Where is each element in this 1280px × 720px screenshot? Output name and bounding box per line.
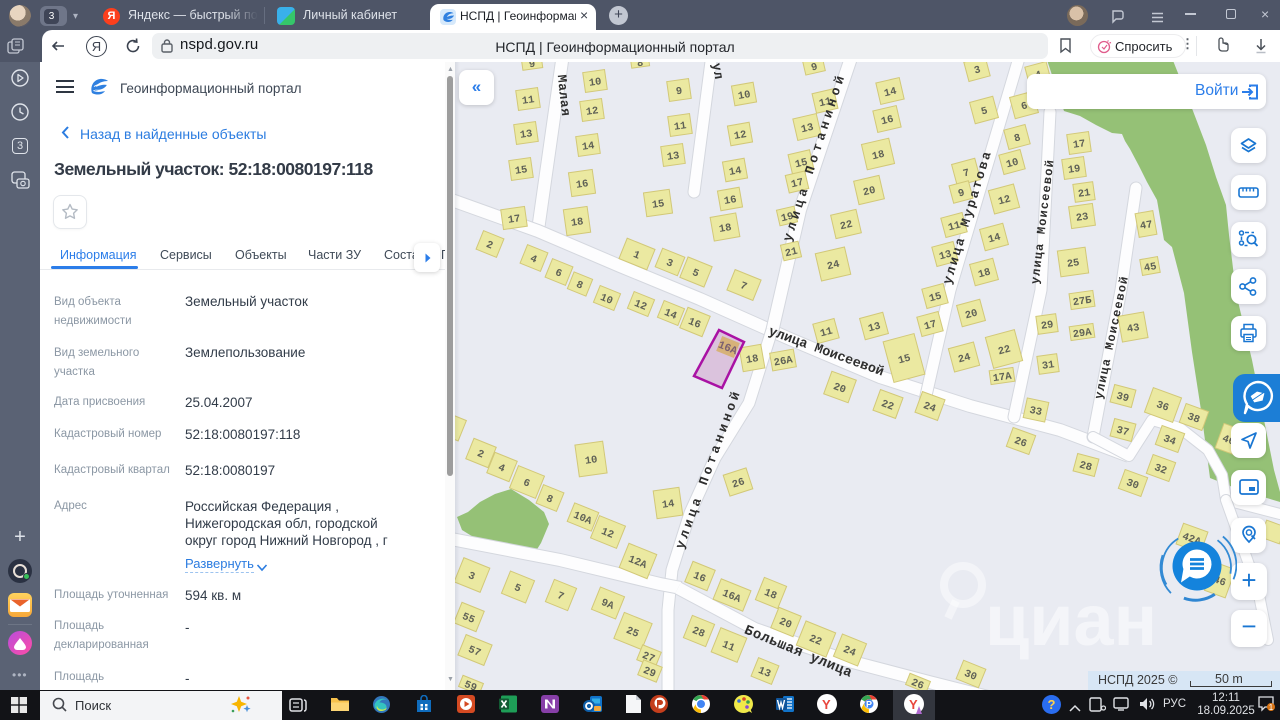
svg-text:33: 33: [1028, 405, 1043, 419]
svg-text:16: 16: [723, 194, 738, 208]
svg-text:43: 43: [1126, 322, 1141, 336]
svg-text:25: 25: [1066, 257, 1080, 271]
svg-text:19: 19: [1067, 163, 1081, 177]
svg-text:11: 11: [673, 120, 687, 134]
svg-text:13: 13: [666, 150, 680, 164]
svg-text:29: 29: [1040, 319, 1054, 333]
svg-text:18: 18: [718, 222, 733, 236]
svg-text:13: 13: [519, 128, 533, 142]
svg-text:9: 9: [528, 62, 536, 71]
svg-text:8: 8: [636, 62, 644, 70]
svg-text:1: 1: [1269, 703, 1274, 712]
svg-text:P: P: [866, 700, 872, 710]
svg-text:47: 47: [1139, 219, 1154, 233]
svg-text:10: 10: [737, 89, 752, 103]
svg-text:31: 31: [1041, 359, 1055, 373]
svg-text:12: 12: [585, 105, 599, 119]
svg-text:23: 23: [1075, 211, 1089, 225]
svg-text:ул: ул: [709, 62, 727, 81]
svg-text:18: 18: [745, 353, 760, 367]
svg-text:12: 12: [733, 129, 748, 143]
svg-text:15: 15: [514, 164, 528, 178]
svg-text:14: 14: [728, 165, 743, 179]
svg-text:11: 11: [521, 94, 535, 108]
svg-text:18: 18: [570, 216, 584, 230]
svg-text:14: 14: [661, 498, 675, 512]
svg-text:17: 17: [507, 213, 521, 227]
svg-text:10: 10: [588, 76, 602, 90]
svg-text:10: 10: [584, 454, 598, 468]
svg-text:16: 16: [575, 178, 589, 192]
svg-text:21: 21: [1077, 187, 1091, 201]
svg-text:17: 17: [1072, 138, 1086, 152]
svg-text:14: 14: [581, 140, 595, 154]
svg-text:циан: циан: [985, 581, 1157, 661]
svg-text:15: 15: [651, 198, 665, 212]
svg-text:45: 45: [1143, 261, 1158, 275]
